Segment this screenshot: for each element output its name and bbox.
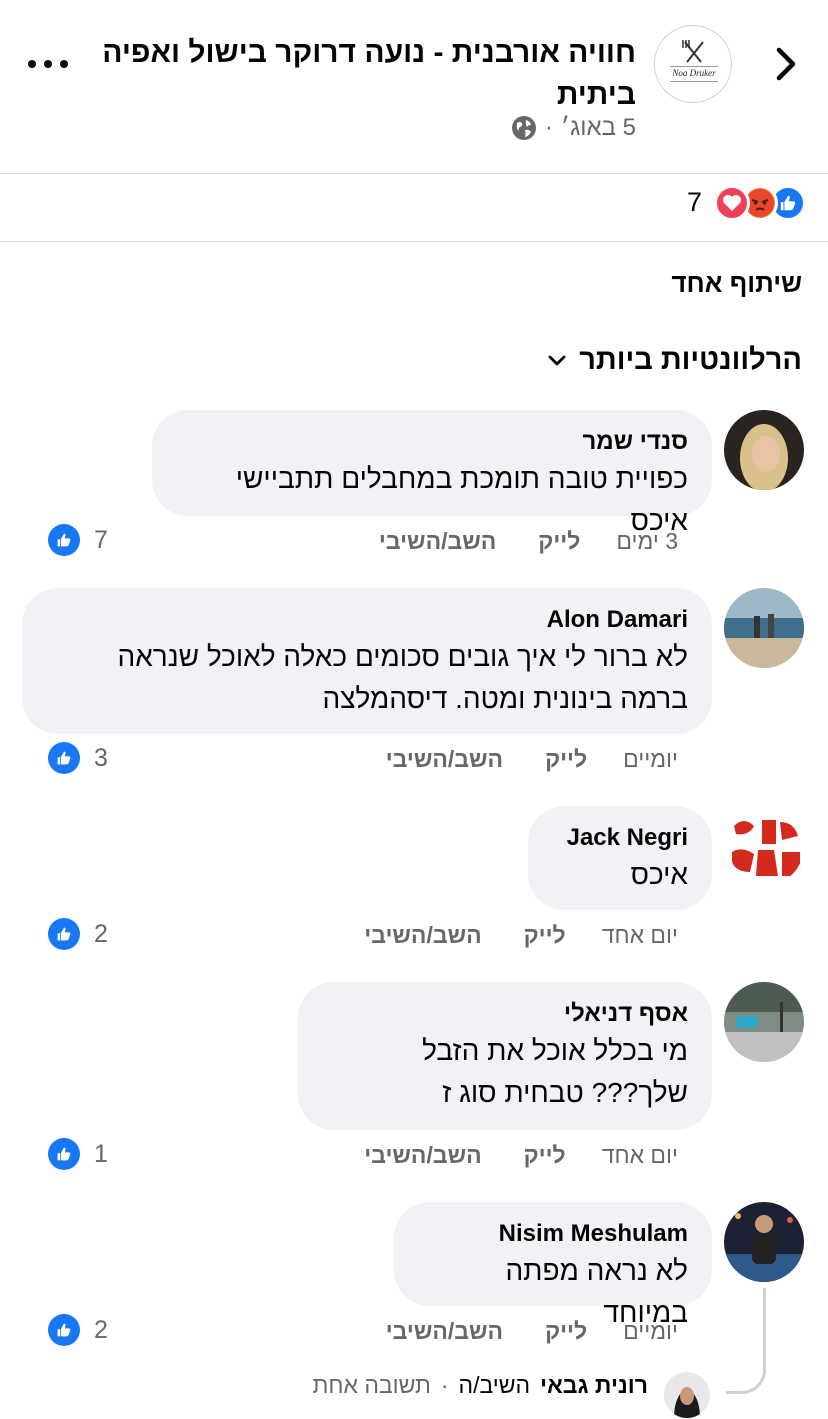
avatar[interactable]	[724, 588, 804, 668]
comment-like-count[interactable]: 2	[48, 1314, 108, 1346]
dot	[44, 60, 52, 68]
comment-time[interactable]: יומיים	[623, 746, 678, 773]
comment-actions: יומיים לייק השב/השיבי	[344, 746, 678, 773]
comment-like-count[interactable]: 1	[48, 1138, 108, 1170]
chevron-right-icon	[776, 47, 796, 81]
reply-action-button[interactable]: השב/השיבי	[364, 1142, 481, 1169]
like-icon	[48, 1138, 80, 1170]
comment-bubble[interactable]: סנדי שמר כפויית טובה תומכת במחבלים תתביי…	[152, 410, 712, 536]
reply-author-name: רונית גבאי	[540, 1372, 648, 1398]
comment-author[interactable]: Alon Damari	[46, 604, 688, 636]
avatar[interactable]	[724, 806, 804, 886]
comment-author[interactable]: Nisim Meshulam	[418, 1218, 688, 1250]
chevron-down-icon	[548, 355, 566, 365]
reaction-icons	[714, 185, 806, 221]
like-icon	[48, 524, 80, 556]
like-count: 3	[94, 743, 108, 772]
comment-author[interactable]: אסף דניאלי	[322, 998, 688, 1030]
post-meta: 5 באוג׳ ·	[511, 114, 636, 142]
reaction-count[interactable]: 7	[687, 187, 702, 218]
view-replies-link[interactable]: רונית גבאי השיב/ה · תשובה אחת	[312, 1372, 648, 1399]
comment-time[interactable]: יום אחד	[602, 922, 678, 949]
like-count: 7	[94, 525, 108, 554]
reply-author-avatar[interactable]	[664, 1372, 710, 1418]
back-button[interactable]	[764, 40, 808, 88]
like-count: 1	[94, 1139, 108, 1168]
reply-action-button[interactable]: השב/השיבי	[386, 746, 503, 773]
comment-text: מי בכלל אוכל את הזבל שלך??? טבחית סוג ז	[422, 1035, 688, 1108]
comment-like-count[interactable]: 2	[48, 918, 108, 950]
comment-sort-dropdown[interactable]: הרלוונטיות ביותר	[547, 344, 802, 377]
comment-bubble[interactable]: Jack Negri איכס	[528, 806, 712, 910]
reply-verb: השיב/ה	[458, 1372, 531, 1398]
comment-actions: יומיים לייק השב/השיבי	[344, 1318, 678, 1345]
reply-action-button[interactable]: השב/השיבי	[379, 528, 496, 555]
page-avatar[interactable]: Noa Druker	[654, 25, 732, 103]
comment-actions: יום אחד לייק השב/השיבי	[322, 922, 678, 949]
like-action-button[interactable]: לייק	[545, 1318, 587, 1345]
post-title[interactable]: חוויה אורבנית - נועה דרוקר בישול ואפיה ב…	[96, 32, 636, 116]
reply-action-button[interactable]: השב/השיבי	[386, 1318, 503, 1345]
comment-author[interactable]: סנדי שמר	[176, 426, 688, 458]
like-icon	[48, 1314, 80, 1346]
like-icon	[48, 742, 80, 774]
meta-separator: ·	[544, 114, 553, 141]
comment-like-count[interactable]: 3	[48, 742, 108, 774]
comment-time[interactable]: 3 ימים	[616, 528, 678, 555]
love-icon	[714, 185, 750, 221]
avatar[interactable]	[724, 982, 804, 1062]
comment-bubble[interactable]: אסף דניאלי מי בכלל אוכל את הזבל שלך??? ט…	[298, 982, 712, 1130]
reply-action-button[interactable]: השב/השיבי	[364, 922, 481, 949]
shares-count[interactable]: שיתוף אחד	[671, 268, 802, 299]
like-action-button[interactable]: לייק	[545, 746, 587, 773]
comment-bubble[interactable]: Alon Damari לא ברור לי איך גובים סכומים …	[22, 588, 712, 734]
comment-text: לא ברור לי איך גובים סכומים כאלה לאוכל ש…	[117, 641, 688, 714]
globe-icon	[511, 116, 536, 140]
comment-time[interactable]: יום אחד	[602, 1142, 678, 1169]
like-action-button[interactable]: לייק	[524, 1142, 566, 1169]
like-action-button[interactable]: לייק	[538, 528, 580, 555]
like-count: 2	[94, 1315, 108, 1344]
comment-actions: 3 ימים לייק השב/השיבי	[337, 528, 678, 555]
avatar[interactable]	[724, 410, 804, 490]
comment-time[interactable]: יומיים	[623, 1318, 678, 1345]
page-logo: Noa Druker	[670, 40, 718, 82]
svg-text:Noa Druker: Noa Druker	[671, 68, 716, 78]
comment-author[interactable]: Jack Negri	[552, 822, 688, 854]
dot	[28, 60, 36, 68]
sort-label: הרלוונטיות ביותר	[579, 344, 802, 376]
like-icon	[48, 918, 80, 950]
comment-text: איכס	[630, 859, 688, 890]
reply-separator: ·	[440, 1372, 449, 1398]
like-action-button[interactable]: לייק	[524, 922, 566, 949]
comment-bubble[interactable]: Nisim Meshulam לא נראה מפתה במיוחד	[394, 1202, 712, 1328]
dot	[60, 60, 68, 68]
post-header: Noa Druker חוויה אורבנית - נועה דרוקר בי…	[0, 0, 828, 174]
like-count: 2	[94, 919, 108, 948]
avatar[interactable]	[724, 1202, 804, 1282]
comment-actions: יום אחד לייק השב/השיבי	[322, 1142, 678, 1169]
reactions-bar[interactable]: 7	[0, 175, 828, 242]
more-options-button[interactable]	[28, 50, 68, 78]
post-date[interactable]: 5 באוג׳	[561, 114, 636, 142]
comment-like-count[interactable]: 7	[48, 524, 108, 556]
reply-thread-line	[726, 1288, 766, 1394]
reply-count: תשובה אחת	[312, 1372, 431, 1398]
